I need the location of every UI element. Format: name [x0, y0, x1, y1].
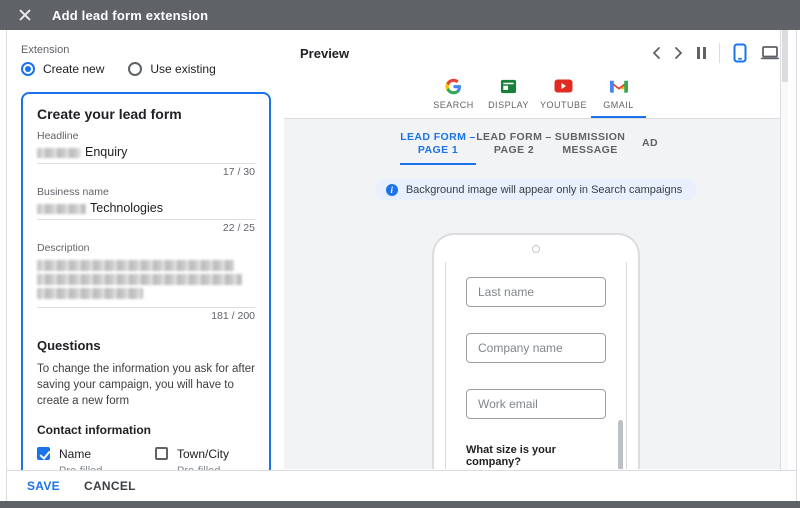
lead-form-tabs: LEAD FORM – PAGE 1 LEAD FORM – PAGE 2 SU…	[284, 119, 788, 165]
channel-tab-display[interactable]: DISPLAY	[481, 76, 536, 118]
radio-create-new-label: Create new	[43, 62, 105, 76]
dialog-scrollbar[interactable]	[780, 30, 788, 470]
preview-panel: Preview SEARCH DISPLAY YOUTUBE GMAIL LEA…	[284, 30, 788, 470]
desktop-preview-icon[interactable]	[760, 45, 780, 61]
contact-left-column: Name Pre-filled First name and last name	[37, 447, 155, 470]
dialog-title: Add lead form extension	[52, 7, 209, 23]
contact-information-title: Contact information	[37, 423, 151, 437]
checkbox-unchecked-icon[interactable]	[155, 447, 168, 460]
contact-right-column: Town/City Pre-filled Postcode Pre-filled	[155, 447, 255, 470]
preview-field-company-name: Company name	[466, 333, 606, 363]
bottom-dark-strip	[0, 501, 800, 508]
info-banner-text: Background image will appear only in Sea…	[405, 183, 683, 196]
channel-tab-youtube[interactable]: YOUTUBE	[536, 76, 591, 118]
preview-content: LEAD FORM – PAGE 1 LEAD FORM – PAGE 2 SU…	[284, 119, 788, 469]
headline-value: Enquiry	[85, 145, 128, 159]
description-input[interactable]	[37, 254, 255, 308]
chevron-right-icon[interactable]	[674, 46, 684, 60]
phone-scrollbar[interactable]	[618, 420, 623, 469]
tab-lead-form-page-1[interactable]: LEAD FORM – PAGE 1	[400, 131, 476, 165]
preview-field-work-email: Work email	[466, 389, 606, 419]
tab-submission-message[interactable]: SUBMISSION MESSAGE	[552, 131, 628, 165]
questions-help-text: To change the information you ask for af…	[37, 363, 255, 407]
save-button[interactable]: SAVE	[27, 479, 60, 493]
redacted-text	[37, 288, 143, 299]
radio-unselected-icon[interactable]	[128, 62, 143, 76]
phone-screen: Last name Company name Work email What s…	[445, 262, 627, 469]
extension-label: Extension	[21, 44, 70, 56]
checkbox-town-city[interactable]: Town/City	[155, 447, 255, 461]
pause-icon[interactable]	[697, 47, 706, 59]
preview-question-label: What size is your company?	[466, 444, 556, 468]
lead-form-card: Create your lead form Headline Enquiry 1…	[21, 92, 271, 470]
description-counter: 181 / 200	[211, 310, 255, 322]
checkbox-checked-icon[interactable]	[37, 447, 50, 460]
mobile-preview-icon[interactable]	[733, 43, 747, 63]
preview-field-last-name: Last name	[466, 277, 606, 307]
headline-counter: 17 / 30	[222, 166, 255, 178]
redacted-text	[37, 274, 242, 285]
channel-tab-search[interactable]: SEARCH	[426, 76, 481, 118]
headline-label: Headline	[37, 130, 79, 142]
tab-ad[interactable]: AD	[628, 131, 672, 165]
extension-radio-group: Create new Use existing	[21, 62, 284, 76]
extension-settings-panel: Extension Create new Use existing Create…	[7, 30, 284, 470]
cancel-button[interactable]: CANCEL	[84, 479, 136, 493]
dialog-header: Add lead form extension	[0, 0, 800, 30]
channel-tabs: SEARCH DISPLAY YOUTUBE GMAIL	[426, 76, 646, 118]
checkbox-item-town-city: Town/City Pre-filled	[155, 447, 255, 470]
redacted-text	[37, 260, 234, 271]
youtube-icon	[536, 76, 591, 96]
contact-information-grid: Name Pre-filled First name and last name	[37, 447, 255, 470]
preview-header: Preview SEARCH DISPLAY YOUTUBE GMAIL	[284, 30, 788, 119]
preview-title: Preview	[300, 46, 350, 61]
radio-selected-icon[interactable]	[21, 62, 35, 76]
radio-create-new[interactable]: Create new	[21, 62, 104, 76]
preview-controls	[651, 43, 780, 63]
divider	[719, 43, 720, 63]
action-bar: SAVE CANCEL	[7, 470, 796, 501]
description-label: Description	[37, 242, 90, 254]
business-name-label: Business name	[37, 186, 109, 198]
info-banner: i Background image will appear only in S…	[375, 179, 697, 200]
questions-title: Questions	[37, 338, 101, 353]
radio-use-existing-label: Use existing	[150, 62, 216, 76]
tab-lead-form-page-2[interactable]: LEAD FORM – PAGE 2	[476, 131, 552, 165]
dialog-body: Extension Create new Use existing Create…	[6, 30, 797, 501]
add-lead-form-extension-dialog: Add lead form extension Extension Create…	[0, 0, 800, 508]
business-name-input[interactable]: Technologies	[37, 198, 255, 220]
checkbox-name[interactable]: Name	[37, 447, 155, 461]
gmail-icon	[591, 76, 646, 96]
redacted-text	[37, 203, 86, 214]
chevron-left-icon[interactable]	[651, 46, 661, 60]
display-icon	[481, 76, 536, 96]
radio-use-existing[interactable]: Use existing	[128, 62, 216, 76]
info-icon: i	[385, 183, 398, 196]
business-name-value: Technologies	[90, 201, 163, 215]
phone-mockup: Last name Company name Work email What s…	[432, 233, 640, 469]
headline-input[interactable]: Enquiry	[37, 142, 255, 164]
redacted-text	[37, 147, 81, 158]
checkbox-item-name: Name Pre-filled	[37, 447, 155, 470]
channel-tab-gmail[interactable]: GMAIL	[591, 76, 646, 118]
google-g-icon	[426, 76, 481, 96]
card-title: Create your lead form	[37, 106, 182, 122]
phone-camera-dot	[532, 245, 540, 253]
close-icon[interactable]	[18, 8, 32, 22]
business-name-counter: 22 / 25	[222, 222, 255, 234]
